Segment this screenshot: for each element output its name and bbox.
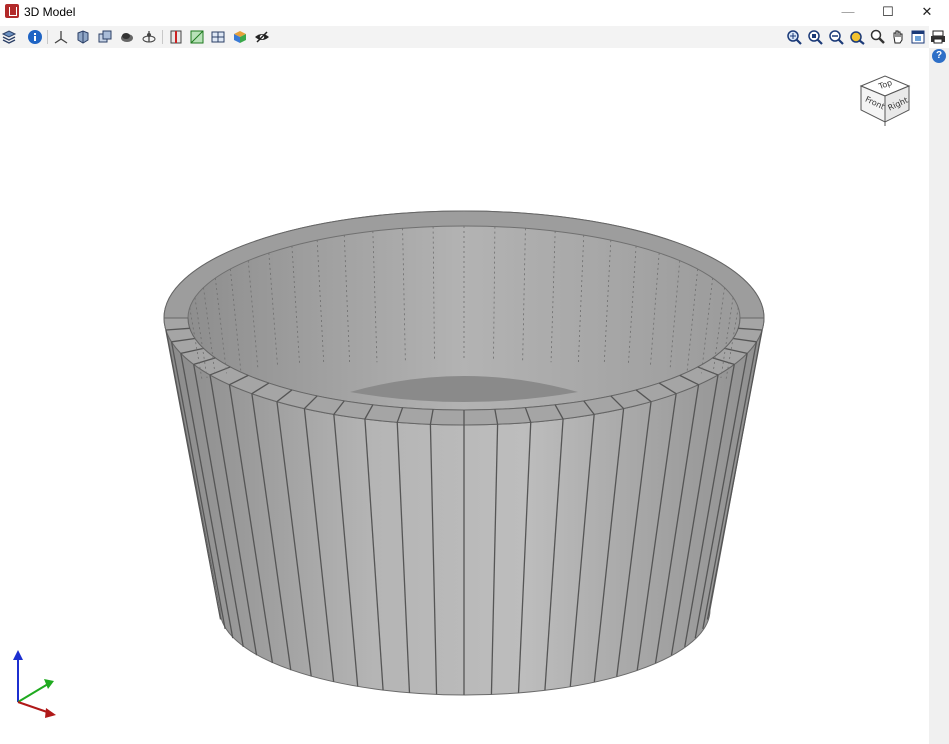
- green-plane-icon[interactable]: [189, 29, 205, 45]
- render-mode-icon[interactable]: [119, 29, 135, 45]
- toolbar: [0, 26, 945, 49]
- solid-view-icon[interactable]: [75, 29, 91, 45]
- minimize-button[interactable]: —: [826, 0, 870, 24]
- copy-view-icon[interactable]: [97, 29, 113, 45]
- maximize-button[interactable]: ☐: [866, 0, 910, 24]
- axis-triad: [13, 650, 56, 718]
- layers-icon[interactable]: [1, 29, 17, 45]
- orbit-icon[interactable]: [849, 29, 865, 45]
- viewport-icon[interactable]: [910, 29, 926, 45]
- axes-icon[interactable]: [53, 29, 69, 45]
- zoom-icon[interactable]: [870, 29, 886, 45]
- section-icon[interactable]: [168, 29, 184, 45]
- close-button[interactable]: ✕: [905, 0, 949, 24]
- zoom-extents-icon[interactable]: [786, 29, 802, 45]
- app-icon: [5, 4, 19, 18]
- x-axis: [17, 701, 51, 714]
- visibility-eye-icon[interactable]: [254, 29, 270, 45]
- help-icon[interactable]: ?: [932, 49, 946, 63]
- color-cube-icon[interactable]: [232, 29, 248, 45]
- pan-hand-icon[interactable]: [890, 29, 906, 45]
- zoom-in-out-icon[interactable]: [828, 29, 844, 45]
- y-axis: [17, 683, 49, 703]
- print-icon[interactable]: [930, 29, 946, 45]
- zoom-window-icon[interactable]: [807, 29, 823, 45]
- side-panel-strip: [929, 48, 949, 744]
- info-icon[interactable]: [27, 29, 43, 45]
- title-bar: 3D Model — ☐ ✕: [0, 0, 949, 24]
- rotate-axis-icon[interactable]: [141, 29, 157, 45]
- toolbar-separator: [47, 30, 48, 44]
- window-title: 3D Model: [24, 5, 76, 19]
- 3d-model-tank[interactable]: [150, 200, 780, 700]
- toolbar-separator: [162, 30, 163, 44]
- navigation-cube[interactable]: Top Front Right: [855, 68, 915, 128]
- grid-icon[interactable]: [210, 29, 226, 45]
